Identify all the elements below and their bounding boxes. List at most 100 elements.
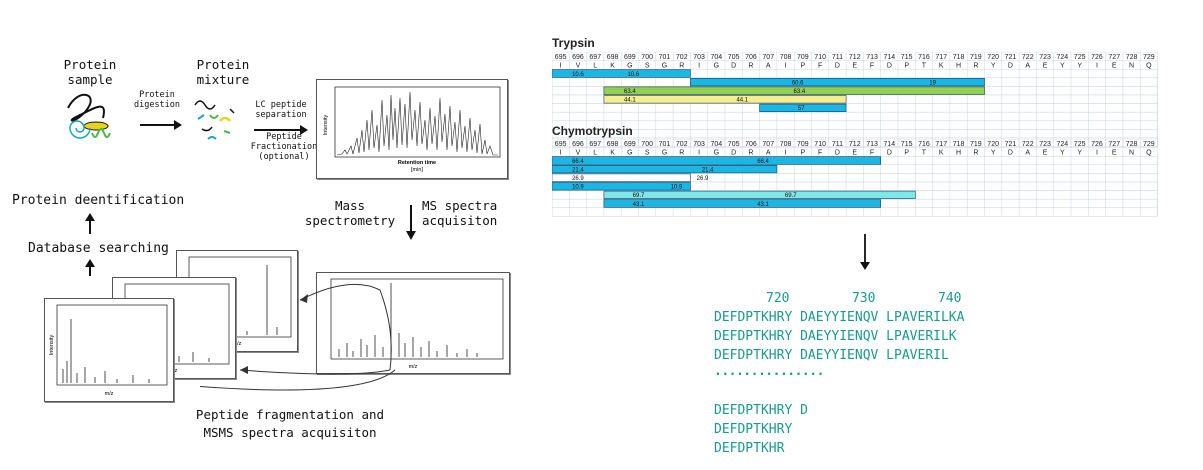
trypsin-position-label: 695 [555,54,567,61]
trypsin-position-label: 724 [1057,54,1069,61]
trypsin-position-label: 701 [659,54,671,61]
chymotrypsin-residue-label: I [698,150,700,157]
chymotrypsin-peptide-score: 26.9 [572,176,584,182]
chrom-ylabel: Intensity [323,115,329,136]
trypsin-position-label: 714 [884,54,896,61]
trypsin-position-label: 712 [849,54,861,61]
chymotrypsin-residue-label: E [1112,150,1117,157]
trypsin-residue-label: Q [1146,63,1152,70]
trypsin-residue-label: K [939,63,944,70]
fragmentation-label: Peptide fragmentation and MSMS spectra a… [195,407,385,440]
digestion-arrow [140,120,182,130]
ms-acquisition-label: MS spectra acquisiton [422,198,498,228]
ruler-730: 730 [852,291,876,306]
trypsin-peptide-score: 63.4 [624,89,636,95]
chrom-xlabel: Retention time [398,160,436,166]
chymotrypsin-position-label: 715 [901,141,913,148]
trypsin-title: Trypsin [552,36,595,50]
chymotrypsin-residue-label: G [627,150,632,157]
protein-mixture-icon [194,100,235,140]
alignment-row-4: DEFDPTKHRY D [714,403,808,418]
trypsin-position-label: 727 [1108,54,1120,61]
trypsin-position-label: 705 [728,54,740,61]
trypsin-grid-row [552,103,1158,113]
alignment-row-1: DEFDPTKHRY DAEYYIENQV LPAVERILKA [714,310,965,325]
trypsin-residue-label: D [835,63,840,70]
chymotrypsin-residue-label: I [560,150,562,157]
trypsin-position-label: 706 [745,54,757,61]
trypsin-residue-label: V [576,63,581,70]
chymotrypsin-residue-label: F [818,150,822,157]
chymotrypsin-position-label: 699 [624,141,636,148]
trypsin-position-label: 704 [711,54,723,61]
chymotrypsin-position-label: 720 [987,141,999,148]
chymotrypsin-position-label: 701 [659,141,671,148]
trypsin-position-label: 716 [918,54,930,61]
chrom-xunit: [min] [411,167,423,173]
chymotrypsin-peptide-score: 69.7 [785,193,797,199]
chymotrypsin-residue-label: G [714,150,719,157]
trypsin-position-label: 726 [1091,54,1103,61]
trypsin-residue-label: D [1008,63,1013,70]
chymotrypsin-position-label: 729 [1143,141,1155,148]
msms-xlabel-1: m/z [105,391,114,397]
chymotrypsin-residue-label: D [1008,150,1013,157]
trypsin-residue-label: G [714,63,719,70]
chymotrypsin-residue-label: S [645,150,650,157]
chromatogram-plot: Intensity Retention time [min] [323,86,501,173]
trypsin-grid-row [552,129,1158,139]
ms-xlabel: m/z [409,364,418,370]
chymotrypsin-residue-label: R [679,150,684,157]
trypsin-peptide-score: 10.6 [572,72,584,78]
ms-down-arrow [406,205,416,240]
chymotrypsin-residue-label: E [852,150,857,157]
chymotrypsin-residue-label: Q [1146,150,1152,157]
chymotrypsin-position-label: 722 [1022,141,1034,148]
trypsin-residue-label: I [698,63,700,70]
trypsin-position-label: 728 [1126,54,1138,61]
trypsin-residue-label: P [904,63,909,70]
protein-mixture-label: Protein mixture [196,57,250,87]
chymotrypsin-peptide-score: 10.9 [671,185,683,191]
trypsin-position-label: 709 [797,54,809,61]
trypsin-position-label: 702 [676,54,688,61]
chymotrypsin-position-label: 711 [832,141,843,148]
trypsin-grid-row [552,111,1158,122]
chymotrypsin-peptide-score: 43.1 [757,202,769,208]
trypsin-position-label: 700 [641,54,653,61]
chymotrypsin-position-label: 702 [676,141,688,148]
trypsin-residue-label: Y [991,63,996,70]
trypsin-residue-label: I [785,63,787,70]
chymotrypsin-residue-label: I [1096,150,1098,157]
chymotrypsin-residue-label: D [887,150,892,157]
chymotrypsin-position-label: 728 [1126,141,1138,148]
fragmentation-arrows [200,283,396,391]
coverage-down-arrow [860,234,870,270]
chymotrypsin-coverage-grid: 695 696 697 698 699 700 701 702 703 704 705 706 707 7… [552,139,1158,217]
trypsin-peptide-bar [690,77,985,87]
database-searching-label: Database searching [28,241,169,256]
trypsin-residue-label: S [645,63,650,70]
chymotrypsin-position-label: 717 [935,141,947,148]
trypsin-residue-label: A [766,63,771,70]
trypsin-residue-label: T [922,63,927,70]
chymotrypsin-residue-label: Y [1077,150,1082,157]
chymotrypsin-peptide-score: 26.9 [697,176,709,182]
chymotrypsin-position-label: 714 [884,141,896,148]
chymotrypsin-residue-label: E [1043,150,1048,157]
trypsin-residue-label: R [679,63,684,70]
trypsin-residue-label: Y [1060,63,1065,70]
trypsin-residue-label: A [1025,63,1030,70]
chymotrypsin-peptide-bar [603,199,881,208]
trypsin-position-label: 721 [1005,54,1017,61]
trypsin-residue-label: G [627,63,632,70]
trypsin-position-label: 718 [953,54,965,61]
protein-identification-label: Protein deentification [12,193,185,208]
chymotrypsin-residue-label: G [662,150,667,157]
trypsin-residue-label: L [593,63,597,70]
trypsin-peptide-score: 19 [929,80,936,86]
trypsin-position-label: 699 [624,54,636,61]
chymotrypsin-peptide-score: 21.4 [702,167,714,173]
chymotrypsin-peptide-bar [552,156,882,165]
trypsin-peptide-score: 60.6 [792,80,804,86]
